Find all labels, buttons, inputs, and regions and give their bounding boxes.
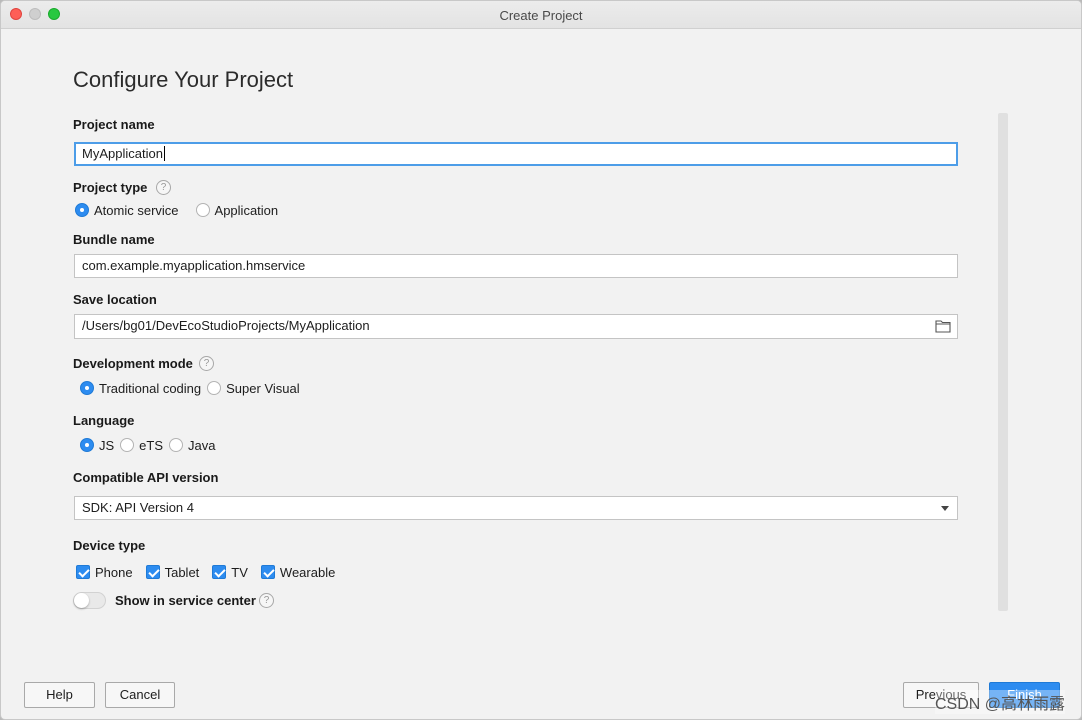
tablet-label: Tablet <box>164 564 200 580</box>
project-name-label: Project name <box>73 117 155 132</box>
traditional-coding-radio[interactable] <box>80 381 94 395</box>
api-version-select[interactable]: SDK: API Version 4 <box>74 496 958 520</box>
project-name-value: MyApplication <box>82 146 163 161</box>
traditional-coding-label: Traditional coding <box>99 380 202 396</box>
save-location-input[interactable]: /Users/bg01/DevEcoStudioProjects/MyAppli… <box>74 314 958 339</box>
save-location-value: /Users/bg01/DevEcoStudioProjects/MyAppli… <box>82 318 370 333</box>
language-label: Language <box>73 413 135 428</box>
folder-icon[interactable] <box>935 319 951 333</box>
help-button[interactable]: Help <box>24 682 95 708</box>
ets-radio[interactable] <box>120 438 135 452</box>
project-type-label: Project type <box>73 180 148 195</box>
service-center-help-icon[interactable]: ? <box>259 593 274 608</box>
device-type-label: Device type <box>73 538 146 553</box>
application-radio[interactable] <box>195 203 210 217</box>
cancel-button[interactable]: Cancel <box>105 682 175 708</box>
text-caret <box>163 146 165 161</box>
atomic-service-radio[interactable] <box>75 203 89 217</box>
java-radio[interactable] <box>169 438 184 452</box>
java-label: Java <box>188 437 216 453</box>
toggle-knob <box>74 593 89 608</box>
application-label: Application <box>214 202 279 218</box>
development-mode-options: Traditional coding Super Visual <box>80 379 305 397</box>
device-type-options: Phone Tablet TV Wearable <box>76 563 340 581</box>
phone-checkbox[interactable] <box>76 565 90 579</box>
save-location-label: Save location <box>73 292 157 307</box>
project-name-input[interactable]: MyApplication <box>74 142 958 166</box>
window-title: Create Project <box>499 8 583 23</box>
scrollbar[interactable] <box>998 113 1008 611</box>
api-version-label: Compatible API version <box>73 470 219 485</box>
development-mode-help-icon[interactable]: ? <box>199 356 214 371</box>
tv-checkbox[interactable] <box>212 565 227 579</box>
js-radio[interactable] <box>80 438 94 452</box>
project-type-help-icon[interactable]: ? <box>156 180 171 195</box>
chevron-down-icon <box>941 506 949 511</box>
bundle-name-label: Bundle name <box>73 232 155 247</box>
page-title: Configure Your Project <box>73 67 294 92</box>
service-center-toggle[interactable] <box>73 592 106 609</box>
super-visual-label: Super Visual <box>226 380 300 396</box>
wearable-checkbox[interactable] <box>260 565 275 579</box>
language-options: JS eTS Java <box>80 436 220 454</box>
bundle-name-value: com.example.myapplication.hmservice <box>82 258 306 273</box>
service-center-label: Show in service center <box>115 593 256 608</box>
bundle-name-input[interactable]: com.example.myapplication.hmservice <box>74 254 958 278</box>
development-mode-label: Development mode <box>73 356 193 371</box>
tv-label: TV <box>231 564 248 580</box>
js-label: JS <box>99 437 115 453</box>
atomic-service-label: Atomic service <box>94 202 179 218</box>
api-version-value: SDK: API Version 4 <box>82 500 195 515</box>
super-visual-radio[interactable] <box>207 381 222 395</box>
project-type-options: Atomic service Application <box>75 201 283 219</box>
create-project-window: Create Project Configure Your Project Pr… <box>0 0 1082 720</box>
ets-label: eTS <box>139 437 164 453</box>
phone-label: Phone <box>95 564 133 580</box>
tablet-checkbox[interactable] <box>145 565 160 579</box>
watermark: CSDN @高林雨露 <box>934 690 1065 714</box>
wearable-label: Wearable <box>279 564 336 580</box>
title-bar: Create Project <box>1 1 1081 29</box>
